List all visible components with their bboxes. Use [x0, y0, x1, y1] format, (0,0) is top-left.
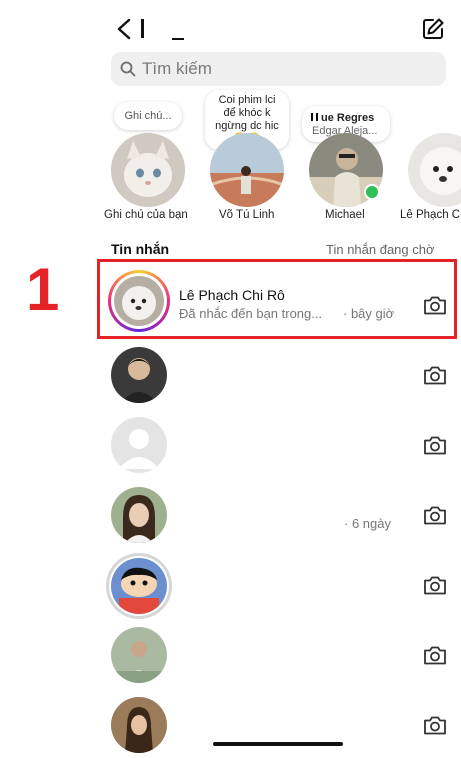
camera-icon[interactable] [423, 644, 447, 666]
message-time: · 6 ngày [344, 516, 391, 531]
camera-icon[interactable] [423, 574, 447, 596]
avatar[interactable] [111, 558, 167, 614]
person-photo [111, 697, 167, 753]
avatar[interactable] [111, 487, 167, 543]
avatar-le-phach[interactable] [408, 133, 461, 207]
avatar [114, 276, 164, 326]
avatar[interactable] [111, 697, 167, 753]
message-sender-name: Lê Phạch Chi Rô [179, 287, 285, 303]
note-label-michael: Michael [325, 209, 365, 221]
chevron-left-icon[interactable] [116, 18, 132, 40]
person-photo [111, 627, 167, 683]
camera-icon[interactable] [423, 364, 447, 386]
default-avatar[interactable] [111, 417, 167, 473]
user-silhouette-icon [119, 429, 159, 469]
cartoon-photo [111, 558, 167, 614]
person-photo [210, 133, 284, 207]
account-title-mark-dash [172, 38, 184, 40]
person-photo [111, 347, 167, 403]
kitten-photo [111, 133, 185, 207]
online-status-icon [364, 184, 380, 200]
message-requests-link[interactable]: Tin nhắn đang chờ [326, 242, 435, 257]
home-indicator[interactable] [213, 742, 343, 746]
camera-icon[interactable] [423, 714, 447, 736]
note-label-vo-tu-linh: Võ Tú Linh [219, 209, 275, 221]
message-time: · bây giờ [343, 306, 395, 321]
music-title: ue Regres [321, 112, 375, 124]
annotation-number: 1 [26, 256, 60, 323]
account-title-mark[interactable] [141, 19, 144, 38]
camera-icon[interactable] [423, 434, 447, 456]
note-bubble-line: Coi phim lci [218, 94, 276, 106]
person-photo [111, 487, 167, 543]
camera-icon[interactable] [423, 294, 447, 316]
dog-photo [114, 276, 164, 326]
note-label-le-phach: Lê Phạch C [400, 209, 461, 221]
camera-icon[interactable] [423, 504, 447, 526]
search-icon [120, 61, 136, 77]
avatar-vo-tu-linh[interactable] [210, 133, 284, 207]
note-label-your-note: Ghi chú của bạn [104, 209, 188, 221]
avatar-your-note[interactable] [111, 133, 185, 207]
dog-photo [408, 133, 461, 207]
note-bubble-line: để khóc k [223, 107, 271, 119]
avatar[interactable] [111, 627, 167, 683]
messages-heading: Tin nhắn [111, 241, 170, 257]
note-bubble-your-note[interactable]: Ghi chú... [114, 102, 182, 130]
note-bubble-text: Ghi chú... [124, 110, 172, 122]
message-preview: Đã nhắc đến bạn trong... [179, 306, 323, 321]
compose-icon[interactable] [421, 17, 445, 41]
music-bars-icon [311, 113, 318, 121]
avatar[interactable] [111, 347, 167, 403]
search-placeholder: Tìm kiếm [142, 59, 212, 78]
note-bubble-line: ngừng dc hic [215, 120, 279, 132]
